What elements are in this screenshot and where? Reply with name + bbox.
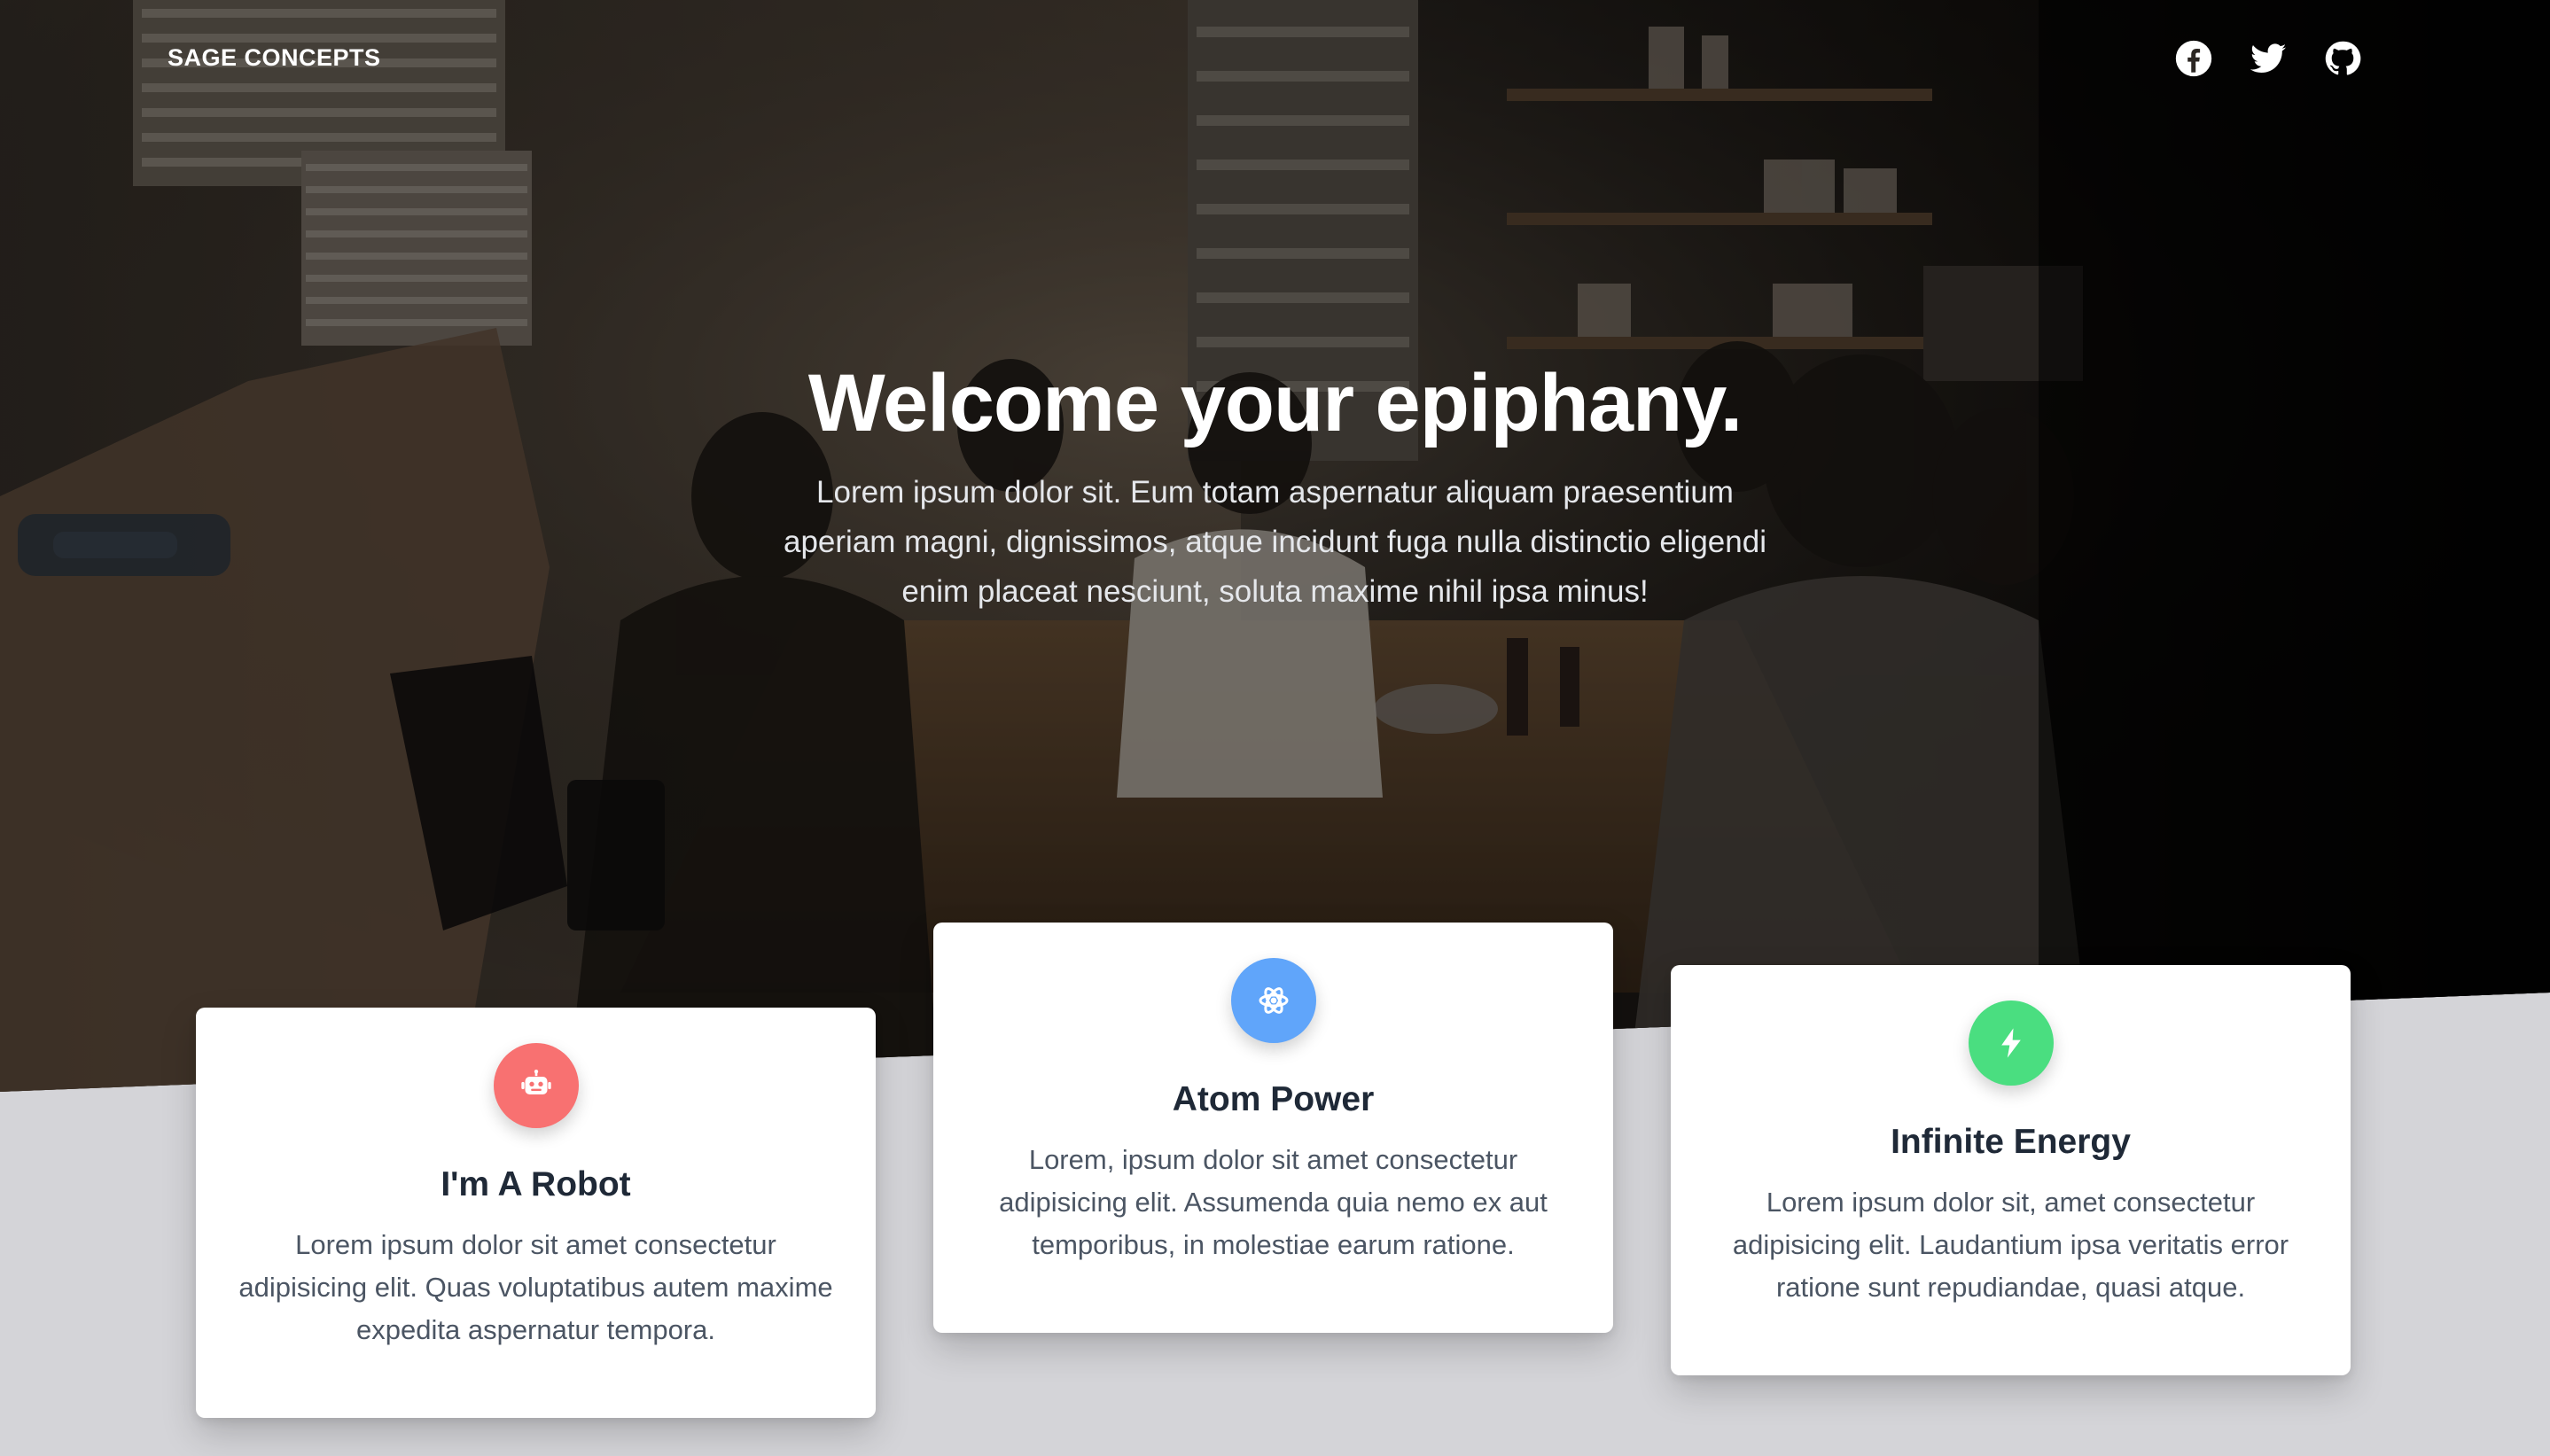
github-icon (2325, 41, 2361, 75)
hero-content: Welcome your epiphany. Lorem ipsum dolor… (0, 354, 2550, 617)
card-description: Lorem, ipsum dolor sit amet consectetur … (999, 1144, 1548, 1260)
card-title: Infinite Energy (1891, 1123, 2131, 1161)
bolt-icon (2000, 1028, 2021, 1058)
card-title: Atom Power (1172, 1080, 1375, 1118)
twitter-icon (2250, 43, 2287, 73)
bolt-icon-circle (1968, 1001, 2054, 1086)
feature-card-energy: Infinite Energy Lorem ipsum dolor sit, a… (1671, 965, 2351, 1375)
facebook-icon (2175, 40, 2212, 77)
github-link[interactable] (2323, 39, 2362, 78)
card-description: Lorem ipsum dolor sit amet consectetur a… (238, 1229, 833, 1345)
card-description: Lorem ipsum dolor sit, amet consectetur … (1732, 1187, 2289, 1303)
atom-icon (1259, 987, 1288, 1014)
card-title: I'm A Robot (441, 1165, 631, 1203)
landing-page: SAGE CONCEPTS Welcome your epiphany. Lor… (0, 0, 2550, 1456)
atom-icon-circle (1230, 958, 1316, 1043)
brand-logo[interactable]: SAGE CONCEPTS (168, 44, 381, 72)
navbar: SAGE CONCEPTS (0, 0, 2550, 124)
feature-card-atom: Atom Power Lorem, ipsum dolor sit amet c… (933, 923, 1613, 1333)
twitter-link[interactable] (2249, 39, 2288, 78)
facebook-link[interactable] (2174, 39, 2213, 78)
robot-icon (520, 1070, 551, 1094)
hero-title: Welcome your epiphany. (807, 358, 1743, 448)
feature-card-robot: I'm A Robot Lorem ipsum dolor sit amet c… (196, 1008, 876, 1418)
robot-icon-circle (493, 1043, 579, 1128)
hero-description: Lorem ipsum dolor sit. Eum totam asperna… (784, 475, 1766, 609)
